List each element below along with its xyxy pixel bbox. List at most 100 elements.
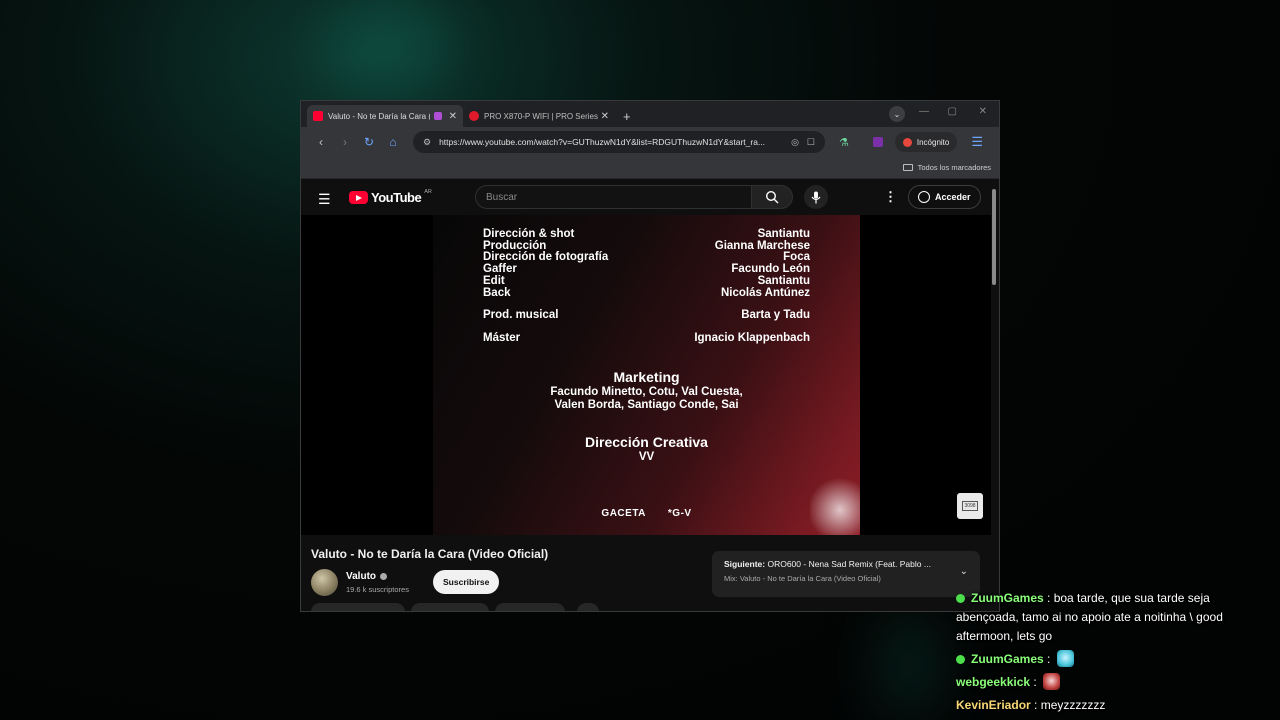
- chat-username: ZuumGames: [971, 652, 1044, 666]
- youtube-favicon-icon: [313, 111, 323, 121]
- labs-flask-icon[interactable]: ⚗: [839, 136, 849, 149]
- tab-title: Valuto - No te Daría la Cara (Video Ofic…: [328, 111, 430, 121]
- chat-username: webgeekkick: [956, 675, 1031, 689]
- close-window-icon[interactable]: ✕: [979, 106, 987, 117]
- channel-avatar[interactable]: [311, 569, 338, 596]
- page-scrollbar[interactable]: [991, 183, 997, 285]
- credit-row: Back Nicolás Antúnez: [483, 286, 810, 300]
- all-bookmarks-link[interactable]: Todos los marcadores: [918, 163, 991, 172]
- back-arrow-icon[interactable]: ‹: [309, 135, 333, 149]
- tab-strip: Valuto - No te Daría la Cara (Video Ofic…: [301, 101, 999, 127]
- stream-chat-overlay: ZuumGames : boa tarde, que sua tarde sej…: [956, 589, 1256, 719]
- video-player[interactable]: Dirección & shot Santiantu Producción Gian…: [301, 215, 991, 535]
- creative-direction-name: VV: [638, 451, 655, 464]
- voice-search-button[interactable]: [804, 185, 828, 209]
- forward-arrow-icon[interactable]: ›: [333, 135, 357, 149]
- close-tab-icon[interactable]: ✕: [601, 111, 609, 122]
- audio-playing-icon[interactable]: [433, 112, 442, 120]
- youtube-logo[interactable]: YouTube AR: [349, 188, 432, 205]
- chat-message: KevinEriador : meyzzzzzzz: [956, 696, 1256, 715]
- chat-text: :: [1043, 652, 1054, 666]
- tab-title: PRO X870-P WIFI | PRO Series Mo: [484, 111, 598, 121]
- incognito-label: Incógnito: [916, 137, 950, 147]
- more-actions-button[interactable]: [577, 603, 599, 611]
- country-code: AR: [424, 188, 432, 195]
- sign-in-button[interactable]: Acceder: [908, 185, 981, 209]
- subscribe-button[interactable]: Suscribirse: [433, 570, 500, 594]
- credit-row: Prod. musical Barta y Tadu: [483, 310, 810, 322]
- bookmark-star-icon[interactable]: ☐: [807, 137, 815, 148]
- marketing-heading: Marketing: [613, 368, 680, 385]
- chevron-down-icon[interactable]: ⌄: [960, 566, 968, 577]
- emote-icon: [1056, 650, 1074, 667]
- youtube-page: ☰ YouTube AR Buscar ⋮ Acceder Dirección …: [301, 179, 999, 611]
- search-input[interactable]: Buscar: [475, 185, 752, 209]
- incognito-badge[interactable]: Incógnito: [894, 132, 958, 152]
- up-next-mix: Mix: Valuto - No te Daría la Cara (Video…: [724, 574, 881, 583]
- verified-icon: [380, 573, 388, 580]
- site-info-icon[interactable]: ⚙: [423, 137, 431, 148]
- hamburger-menu-icon[interactable]: ☰: [318, 191, 331, 208]
- save-button[interactable]: [495, 603, 565, 611]
- credit-row: Edit Santiantu: [483, 274, 810, 288]
- tab-search-chevron-icon[interactable]: ⌄: [889, 106, 905, 122]
- home-icon[interactable]: ⌂: [381, 135, 405, 149]
- browser-window: Valuto - No te Daría la Cara (Video Ofic…: [300, 100, 1000, 612]
- chat-username: ZuumGames: [971, 591, 1044, 605]
- badge-icon: [956, 655, 965, 664]
- browser-menu-icon[interactable]: ☰: [971, 134, 983, 150]
- search-button[interactable]: [751, 185, 793, 209]
- extension-icon[interactable]: [872, 137, 883, 147]
- maximize-icon[interactable]: ▢: [948, 106, 957, 117]
- gaceta-logo: GACETA: [601, 508, 646, 519]
- youtube-play-icon: [349, 191, 368, 204]
- emote-icon: [1043, 673, 1061, 690]
- credit-name: Santiantu: [757, 228, 810, 240]
- up-next-card[interactable]: Siguiente: ORO600 - Nena Sad Remix (Feat…: [712, 551, 980, 597]
- eye-off-icon[interactable]: ◎: [791, 137, 799, 148]
- brand-logos: GACETA *G-V: [433, 508, 860, 519]
- share-button[interactable]: [411, 603, 489, 611]
- up-next-title-line: Siguiente: ORO600 - Nena Sad Remix (Feat…: [724, 559, 944, 569]
- credit-role: Máster: [483, 331, 521, 344]
- browser-toolbar: ‹ › ↻ ⌂ ⚙ https://www.youtube.com/watch?…: [301, 127, 999, 157]
- url-text: https://www.youtube.com/watch?v=GUThuzwN…: [439, 137, 766, 147]
- chat-username: KevinEriador: [956, 698, 1031, 712]
- like-dislike-button[interactable]: [311, 603, 405, 611]
- microphone-icon: [811, 191, 821, 203]
- credit-role: Back: [483, 286, 511, 299]
- watermark-text: 3098: [962, 501, 978, 511]
- up-next-prefix: Siguiente:: [724, 559, 766, 569]
- video-frame: Dirección & shot Santiantu Producción Gian…: [433, 215, 860, 535]
- sign-in-label: Acceder: [935, 192, 971, 202]
- tab-msi[interactable]: PRO X870-P WIFI | PRO Series Mo ✕: [463, 105, 615, 127]
- chat-text: : meyzzzzzzz: [1030, 698, 1106, 712]
- chat-message: ZuumGames : boa tarde, que sua tarde sej…: [956, 589, 1256, 646]
- folder-icon: [902, 164, 913, 171]
- more-options-icon[interactable]: ⋮: [884, 189, 897, 205]
- video-title: Valuto - No te Daría la Cara (Video Ofic…: [311, 547, 549, 561]
- up-next-title: ORO600 - Nena Sad Remix (Feat. Pablo ...: [767, 559, 931, 569]
- channel-name-row[interactable]: Valuto: [346, 571, 388, 582]
- new-tab-button[interactable]: +: [623, 109, 631, 124]
- channel-watermark[interactable]: 3098: [957, 493, 983, 519]
- scrollbar-thumb[interactable]: [992, 189, 996, 285]
- subscriber-count: 19.6 k suscriptores: [346, 585, 409, 594]
- marketing-names: Facundo Minetto, Cotu, Val Cuesta,: [550, 385, 743, 398]
- minimize-icon[interactable]: —: [919, 106, 929, 117]
- msi-favicon-icon: [469, 111, 479, 121]
- light-flare: [810, 475, 860, 535]
- creative-direction-heading: Dirección Creativa: [585, 434, 708, 451]
- chat-message: ZuumGames :: [956, 650, 1256, 669]
- tab-youtube[interactable]: Valuto - No te Daría la Cara (Video Ofic…: [307, 105, 463, 127]
- credit-name: Ignacio Klappenbach: [694, 331, 810, 344]
- credit-row: Dirección & shot Santiantu: [483, 228, 810, 241]
- close-tab-icon[interactable]: ✕: [449, 111, 457, 122]
- search-icon: [765, 190, 779, 204]
- badge-icon: [956, 594, 965, 603]
- reload-icon[interactable]: ↻: [357, 135, 381, 149]
- logo-wordmark: YouTube: [371, 190, 422, 205]
- address-bar[interactable]: ⚙ https://www.youtube.com/watch?v=GUThuz…: [413, 131, 825, 153]
- marketing-names: Valen Borda, Santiago Conde, Sai: [554, 399, 739, 412]
- credit-role: Edit: [483, 274, 505, 287]
